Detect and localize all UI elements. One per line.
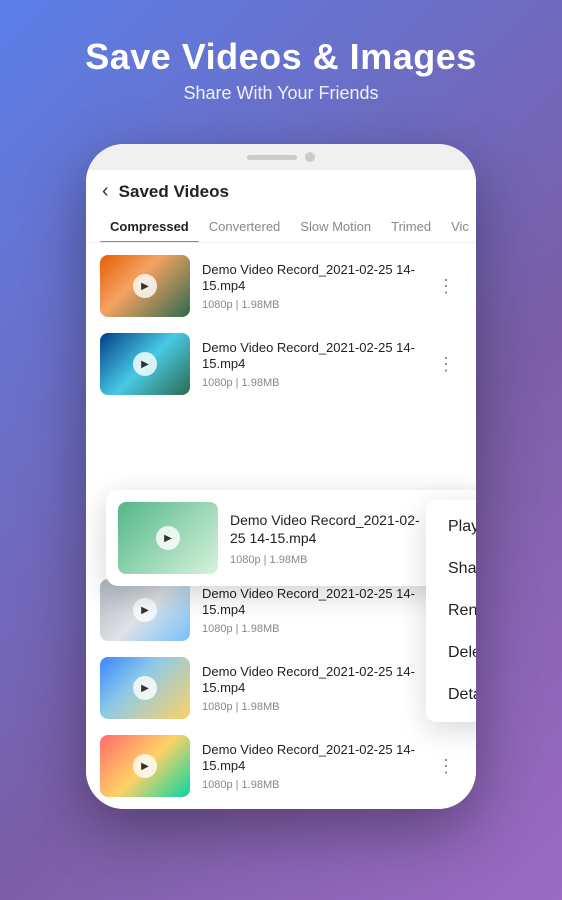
video-info: Demo Video Record_2021-02-25 14-15.mp4 1…: [202, 586, 419, 636]
phone-notch: [86, 144, 476, 170]
play-icon[interactable]: ▶: [133, 352, 157, 376]
video-thumbnail: ▶: [100, 255, 190, 317]
more-button[interactable]: ⋮: [431, 272, 462, 301]
app-header: Save Videos & Images Share With Your Fri…: [0, 0, 562, 124]
tab-trimed[interactable]: Trimed: [381, 211, 441, 242]
more-button[interactable]: ⋮: [431, 752, 462, 781]
video-meta: 1080p | 1.98MB: [202, 377, 419, 389]
floating-card-content: ▶ Demo Video Record_2021-02-25 14-15.mp4…: [106, 490, 476, 586]
context-menu-play[interactable]: Play: [426, 506, 476, 548]
header-title: Save Videos & Images: [20, 36, 542, 77]
video-name: Demo Video Record_2021-02-25 14-15.mp4: [202, 586, 419, 620]
video-name: Demo Video Record_2021-02-25 14-15.mp4: [202, 262, 419, 296]
lower-video-list: ▶ Demo Video Record_2021-02-25 14-15.mp4…: [86, 567, 476, 809]
play-icon[interactable]: ▶: [133, 274, 157, 298]
phone-screen: ‹ Saved Videos Compressed Convertered Sl…: [86, 170, 476, 809]
video-thumbnail: ▶: [100, 333, 190, 395]
context-menu-share[interactable]: Share: [426, 548, 476, 590]
back-button[interactable]: ‹: [102, 180, 109, 203]
header-subtitle: Share With Your Friends: [20, 83, 542, 104]
phone-frame: ‹ Saved Videos Compressed Convertered Sl…: [86, 144, 476, 809]
back-bar: ‹ Saved Videos: [86, 170, 476, 211]
play-icon[interactable]: ▶: [133, 676, 157, 700]
video-meta: 1080p | 1.98MB: [202, 779, 419, 791]
video-meta: 1080p | 1.98MB: [202, 299, 419, 311]
video-name: Demo Video Record_2021-02-25 14-15.mp4: [202, 742, 419, 776]
context-menu-details[interactable]: Details: [426, 674, 476, 716]
video-meta: 1080p | 1.98MB: [202, 623, 419, 635]
video-info: Demo Video Record_2021-02-25 14-15.mp4 1…: [202, 340, 419, 390]
table-row: ▶ Demo Video Record_2021-02-25 14-15.mp4…: [86, 649, 476, 727]
video-meta: 1080p | 1.98MB: [202, 701, 419, 713]
video-list: ▶ Demo Video Record_2021-02-25 14-15.mp4…: [86, 243, 476, 407]
video-thumbnail: ▶: [100, 657, 190, 719]
more-button[interactable]: ⋮: [431, 350, 462, 379]
video-meta: 1080p | 1.98MB: [230, 554, 431, 566]
table-row: ▶ Demo Video Record_2021-02-25 14-15.mp4…: [86, 247, 476, 325]
screen-title: Saved Videos: [119, 182, 229, 202]
play-icon[interactable]: ▶: [133, 754, 157, 778]
video-info: Demo Video Record_2021-02-25 14-15.mp4 1…: [230, 511, 431, 565]
video-info: Demo Video Record_2021-02-25 14-15.mp4 1…: [202, 742, 419, 792]
tab-bar: Compressed Convertered Slow Motion Trime…: [86, 211, 476, 243]
video-info: Demo Video Record_2021-02-25 14-15.mp4 1…: [202, 664, 419, 714]
video-info: Demo Video Record_2021-02-25 14-15.mp4 1…: [202, 262, 419, 312]
phone-camera: [305, 152, 315, 162]
table-row: ▶ Demo Video Record_2021-02-25 14-15.mp4…: [86, 325, 476, 403]
phone-speaker: [247, 155, 297, 160]
video-thumbnail: ▶: [100, 579, 190, 641]
play-icon[interactable]: ▶: [156, 526, 180, 550]
video-name: Demo Video Record_2021-02-25 14-15.mp4: [202, 340, 419, 374]
tab-convertered[interactable]: Convertered: [199, 211, 291, 242]
context-menu-delete[interactable]: Delete: [426, 632, 476, 674]
tab-compressed[interactable]: Compressed: [100, 211, 199, 242]
video-name: Demo Video Record_2021-02-25 14-15.mp4: [230, 511, 431, 547]
tab-slow-motion[interactable]: Slow Motion: [290, 211, 381, 242]
tab-vic[interactable]: Vic: [441, 211, 476, 242]
context-menu-rename[interactable]: Rename: [426, 590, 476, 632]
floating-video-card: ▶ Demo Video Record_2021-02-25 14-15.mp4…: [106, 490, 476, 586]
play-icon[interactable]: ▶: [133, 598, 157, 622]
video-thumbnail: ▶: [118, 502, 218, 574]
video-name: Demo Video Record_2021-02-25 14-15.mp4: [202, 664, 419, 698]
video-thumbnail: ▶: [100, 735, 190, 797]
context-menu: Play Share Rename Delete Details: [426, 500, 476, 722]
table-row: ▶ Demo Video Record_2021-02-25 14-15.mp4…: [86, 727, 476, 805]
